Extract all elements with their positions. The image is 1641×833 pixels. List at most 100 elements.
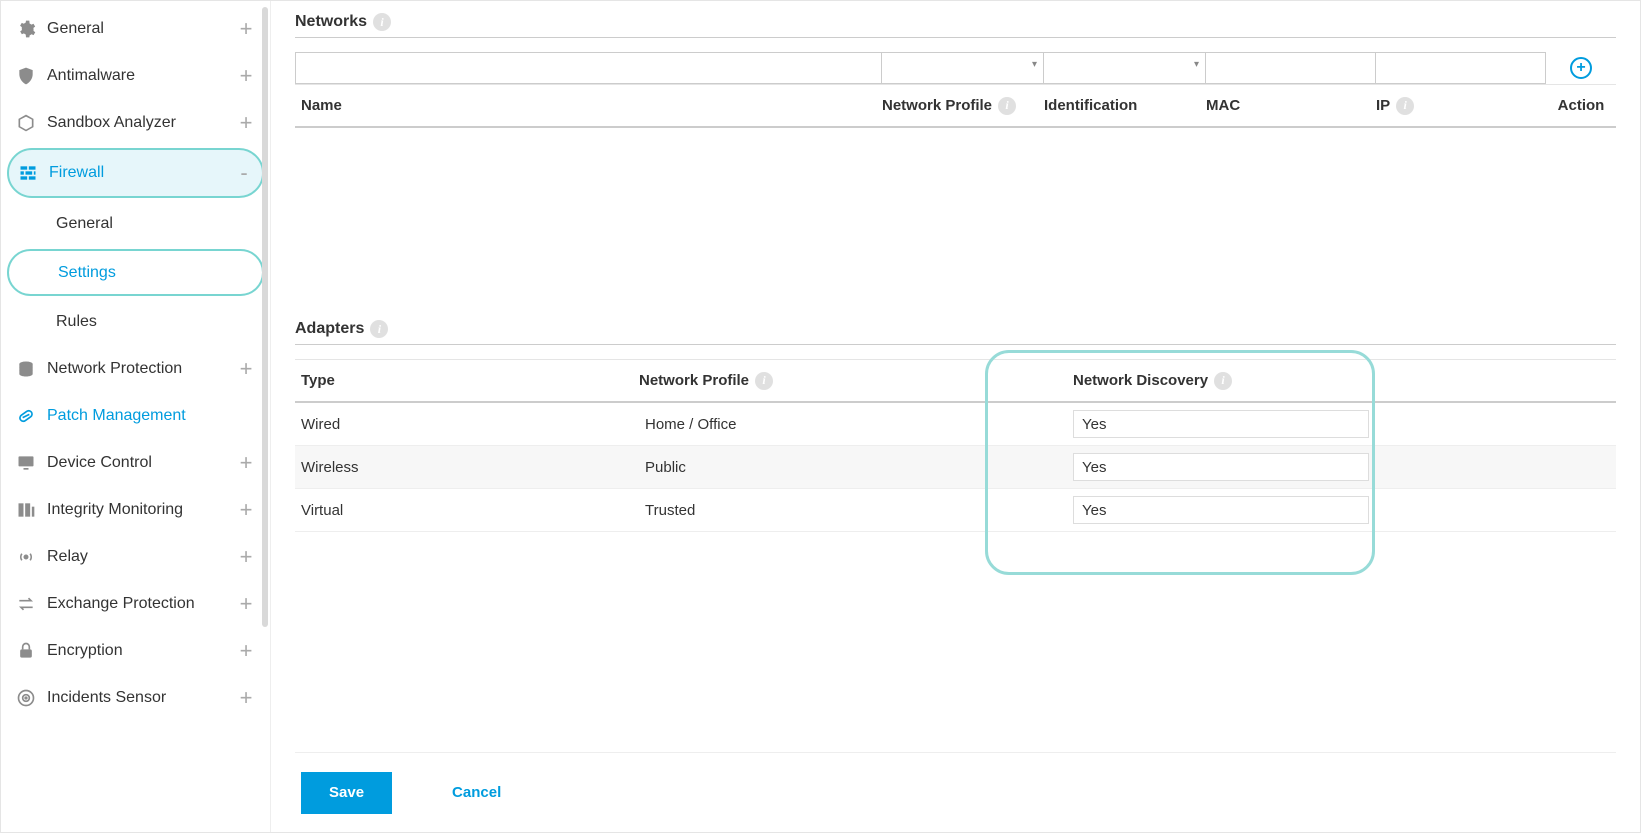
col-network-profile: Network Profile i xyxy=(639,372,1067,390)
discovery-select[interactable]: Yes xyxy=(1073,496,1369,524)
networks-filter-row: + xyxy=(295,52,1616,84)
stack-icon xyxy=(15,358,37,380)
adapters-table-header: Type Network Profile i Network Discovery… xyxy=(295,359,1616,403)
sidebar-item-network-protection[interactable]: Network Protection + xyxy=(1,345,270,392)
firewall-icon xyxy=(17,162,39,184)
section-title: Adapters xyxy=(295,320,364,338)
info-icon[interactable]: i xyxy=(373,13,391,31)
table-row[interactable]: Wireless Public Yes xyxy=(295,446,1616,489)
adapters-table-body: Wired Home / Office Yes Wireless Public … xyxy=(295,403,1616,532)
filter-inputs xyxy=(295,52,1546,84)
sidebar-item-antimalware[interactable]: Antimalware + xyxy=(1,52,270,99)
expand-icon[interactable]: + xyxy=(236,501,256,519)
sidebar-item-label: Antimalware xyxy=(47,67,236,85)
info-icon[interactable]: i xyxy=(1214,372,1232,390)
col-ip: IP i xyxy=(1376,97,1546,115)
radar-icon xyxy=(15,687,37,709)
sidebar-item-label: Integrity Monitoring xyxy=(47,501,236,519)
cell-profile[interactable]: Public xyxy=(639,459,1067,476)
expand-icon[interactable]: + xyxy=(236,595,256,613)
info-icon[interactable]: i xyxy=(755,372,773,390)
firewall-sub-rules[interactable]: Rules xyxy=(1,298,270,345)
cell-profile[interactable]: Home / Office xyxy=(639,416,1067,433)
firewall-subnav: General Settings Rules xyxy=(1,200,270,345)
sidebar-item-label: Firewall xyxy=(49,164,234,182)
sidebar-item-firewall[interactable]: Firewall - xyxy=(7,148,264,198)
col-network-discovery: Network Discovery i xyxy=(1067,372,1616,390)
footer: Save Cancel xyxy=(295,752,1616,832)
expand-icon[interactable]: + xyxy=(236,548,256,566)
collapse-icon[interactable]: - xyxy=(234,164,254,182)
cell-type: Virtual xyxy=(295,502,639,519)
sidebar-item-incidents-sensor[interactable]: Incidents Sensor + xyxy=(1,674,270,721)
filter-ip-input[interactable] xyxy=(1376,52,1546,84)
expand-icon[interactable]: + xyxy=(236,642,256,660)
main-content: Networks i + Name Network Profile xyxy=(271,1,1640,832)
expand-icon[interactable]: + xyxy=(236,114,256,132)
cell-type: Wireless xyxy=(295,459,639,476)
firewall-sub-general[interactable]: General xyxy=(1,200,270,247)
firewall-sub-settings[interactable]: Settings xyxy=(7,249,264,296)
section-header-adapters: Adapters i xyxy=(295,320,1616,345)
col-action: Action xyxy=(1546,97,1616,114)
sidebar-item-label: Relay xyxy=(47,548,236,566)
cell-discovery: Yes xyxy=(1067,410,1616,438)
expand-icon[interactable]: + xyxy=(236,689,256,707)
discovery-select[interactable]: Yes xyxy=(1073,410,1369,438)
table-row[interactable]: Wired Home / Office Yes xyxy=(295,403,1616,446)
sidebar-item-patch-management[interactable]: Patch Management xyxy=(1,392,270,439)
sidebar-item-label: General xyxy=(47,20,236,38)
sidebar-item-label: Incidents Sensor xyxy=(47,689,236,707)
monitor-icon xyxy=(15,452,37,474)
filter-mac-input[interactable] xyxy=(1206,52,1376,84)
save-button[interactable]: Save xyxy=(301,772,392,814)
adapters-section: Adapters i Type Network Profile i Networ… xyxy=(295,320,1616,532)
expand-icon[interactable]: + xyxy=(236,20,256,38)
app-root: General + Antimalware + Sandbox Analyzer… xyxy=(0,0,1641,833)
networks-table-header: Name Network Profile i Identification MA… xyxy=(295,84,1616,128)
plus-circle-icon: + xyxy=(1570,57,1592,79)
section-title: Networks xyxy=(295,13,367,31)
sidebar: General + Antimalware + Sandbox Analyzer… xyxy=(1,1,271,832)
filter-name-input[interactable] xyxy=(295,52,882,84)
info-icon[interactable]: i xyxy=(998,97,1016,115)
expand-icon[interactable]: + xyxy=(236,360,256,378)
sidebar-item-label: Encryption xyxy=(47,642,236,660)
sidebar-item-sandbox-analyzer[interactable]: Sandbox Analyzer + xyxy=(1,99,270,146)
expand-icon[interactable]: + xyxy=(236,454,256,472)
expand-icon[interactable]: + xyxy=(236,67,256,85)
sidebar-scrollbar[interactable] xyxy=(262,7,268,826)
sidebar-item-exchange-protection[interactable]: Exchange Protection + xyxy=(1,580,270,627)
integrity-icon xyxy=(15,499,37,521)
sidebar-item-label: Sandbox Analyzer xyxy=(47,114,236,132)
sidebar-item-label: Network Protection xyxy=(47,360,236,378)
info-icon[interactable]: i xyxy=(370,320,388,338)
info-icon[interactable]: i xyxy=(1396,97,1414,115)
col-profile: Network Profile i xyxy=(882,97,1044,115)
sidebar-item-integrity-monitoring[interactable]: Integrity Monitoring + xyxy=(1,486,270,533)
cell-discovery: Yes xyxy=(1067,496,1616,524)
patch-icon xyxy=(15,405,37,427)
sidebar-item-device-control[interactable]: Device Control + xyxy=(1,439,270,486)
col-identification: Identification xyxy=(1044,97,1206,114)
col-mac: MAC xyxy=(1206,97,1376,114)
filter-profile-select[interactable] xyxy=(882,52,1044,84)
networks-empty-area xyxy=(295,128,1616,298)
sidebar-item-encryption[interactable]: Encryption + xyxy=(1,627,270,674)
discovery-select[interactable]: Yes xyxy=(1073,453,1369,481)
sidebar-item-relay[interactable]: Relay + xyxy=(1,533,270,580)
cell-profile[interactable]: Trusted xyxy=(639,502,1067,519)
col-name: Name xyxy=(295,97,882,114)
table-row[interactable]: Virtual Trusted Yes xyxy=(295,489,1616,532)
add-network-button[interactable]: + xyxy=(1546,57,1616,79)
sidebar-item-label: Patch Management xyxy=(47,407,236,425)
cell-type: Wired xyxy=(295,416,639,433)
shield-icon xyxy=(15,65,37,87)
filter-identification-select[interactable] xyxy=(1044,52,1206,84)
cancel-button[interactable]: Cancel xyxy=(446,783,507,802)
sidebar-item-general[interactable]: General + xyxy=(1,5,270,52)
relay-icon xyxy=(15,546,37,568)
sidebar-item-label: Exchange Protection xyxy=(47,595,236,613)
exchange-icon xyxy=(15,593,37,615)
section-header-networks: Networks i xyxy=(295,13,1616,38)
